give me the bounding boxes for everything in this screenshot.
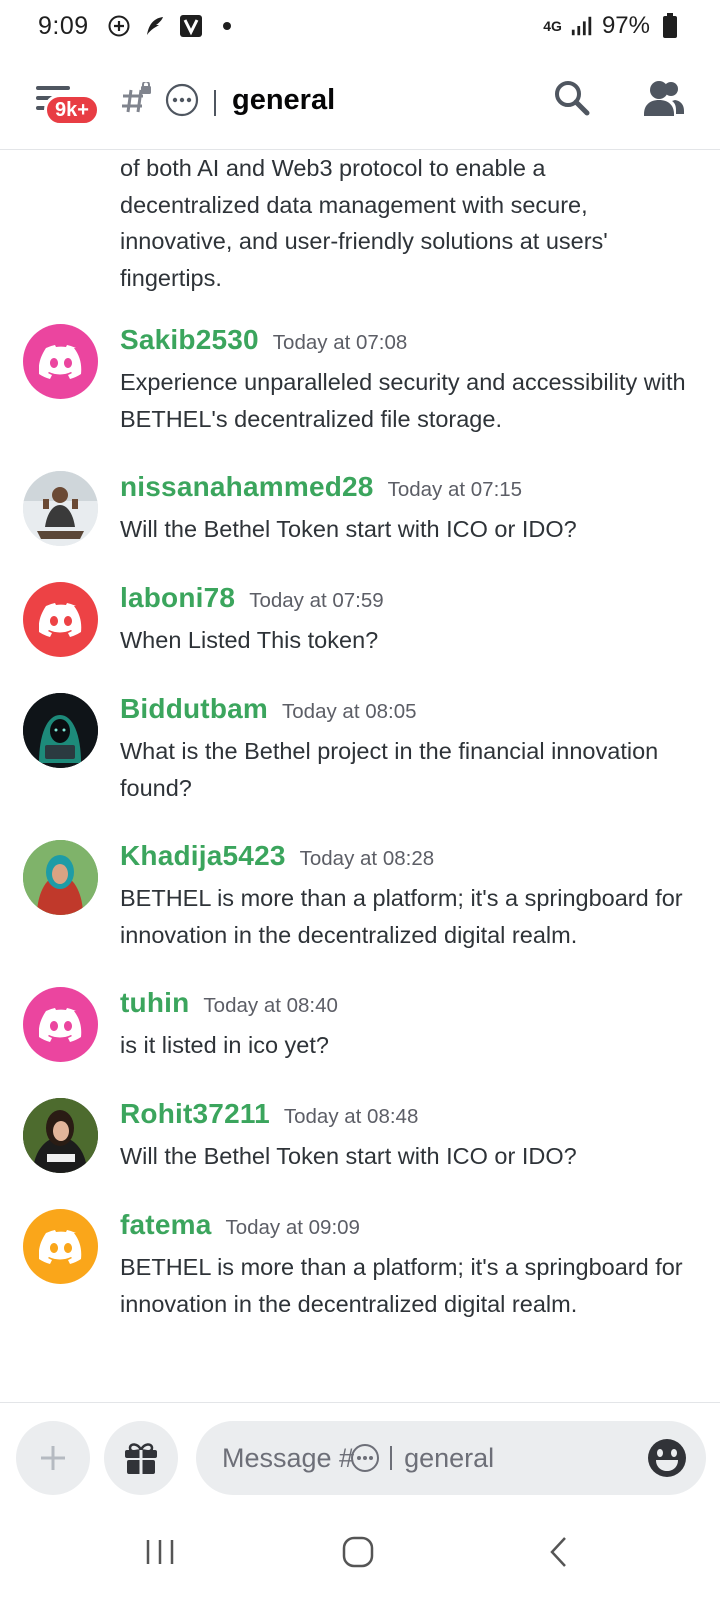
timestamp: Today at 07:15 <box>387 478 523 501</box>
username[interactable]: fatema <box>120 1209 211 1241</box>
avatar[interactable] <box>23 582 98 657</box>
thread-bubble-icon <box>164 82 200 123</box>
message-text: What is the Bethel project in the financ… <box>120 738 659 801</box>
timestamp: Today at 08:48 <box>283 1105 419 1128</box>
back-button[interactable] <box>540 1532 580 1572</box>
feather-icon <box>143 14 167 38</box>
channel-header: 9k+ general <box>0 60 720 150</box>
message-input[interactable]: Message # general <box>196 1421 706 1495</box>
message-list[interactable]: of both AI and Web3 protocol to enable a… <box>0 150 720 1400</box>
status-bar: 9:09 4G 97% <box>0 0 720 52</box>
locked-hash-icon <box>118 80 154 123</box>
message-continuation: of both AI and Web3 protocol to enable a… <box>120 155 608 291</box>
system-nav-bar <box>0 1502 720 1600</box>
timestamp: Today at 08:28 <box>299 847 435 870</box>
timestamp: Today at 08:40 <box>203 994 338 1017</box>
avatar[interactable] <box>23 987 98 1062</box>
channel-type-icons <box>118 80 216 123</box>
home-icon <box>342 1536 374 1568</box>
hooded-hacker-icon <box>23 693 98 768</box>
network-type-label: 4G <box>543 18 562 34</box>
avatar[interactable] <box>23 840 98 915</box>
channel-title[interactable]: general <box>232 84 335 117</box>
placeholder-divider <box>390 1446 393 1470</box>
message-text: Will the Bethel Token start with ICO or … <box>120 516 577 542</box>
status-time: 9:09 <box>38 11 89 40</box>
message-text: Will the Bethel Token start with ICO or … <box>120 1143 577 1169</box>
thread-bubble-icon <box>350 1443 380 1473</box>
signal-icon <box>570 14 594 38</box>
timestamp: Today at 09:09 <box>225 1216 360 1239</box>
user-photo-icon <box>23 471 98 546</box>
user-photo-icon <box>23 840 98 915</box>
battery-percent: 97% <box>601 12 650 39</box>
unread-badge: 9k+ <box>44 94 100 126</box>
gift-icon <box>125 1443 157 1474</box>
message-placeholder-channel: general <box>404 1442 495 1473</box>
recent-apps-icon <box>146 1540 174 1564</box>
username[interactable]: Rohit37211 <box>120 1098 270 1130</box>
username[interactable]: Sakib2530 <box>120 324 259 356</box>
message-text: BETHEL is more than a platform; it's a s… <box>120 1254 683 1317</box>
menu-button[interactable]: 9k+ <box>30 78 100 130</box>
username[interactable]: Khadija5423 <box>120 840 286 872</box>
members-button[interactable] <box>642 78 686 118</box>
avatar[interactable] <box>23 1209 98 1284</box>
message-text: BETHEL is more than a platform; it's a s… <box>120 885 683 948</box>
user-photo-icon <box>23 1098 98 1173</box>
battery-icon <box>658 13 682 38</box>
search-icon <box>555 81 590 116</box>
avatar[interactable] <box>23 324 98 399</box>
discord-logo-icon <box>38 344 81 379</box>
message-placeholder-prefix: Message # <box>222 1442 355 1473</box>
username[interactable]: laboni78 <box>120 582 235 614</box>
attach-button[interactable] <box>16 1421 90 1495</box>
notification-dot-icon <box>215 14 239 38</box>
back-icon <box>550 1537 566 1567</box>
add-circle-icon <box>107 14 131 38</box>
discord-logo-icon <box>38 1007 81 1042</box>
members-icon <box>644 81 684 116</box>
message-composer: Message # general <box>0 1402 720 1502</box>
timestamp: Today at 07:08 <box>272 331 408 354</box>
recent-apps-button[interactable] <box>140 1532 180 1572</box>
v-app-icon <box>179 14 203 38</box>
home-button[interactable] <box>338 1532 378 1572</box>
timestamp: Today at 08:05 <box>282 700 417 723</box>
discord-logo-icon <box>38 602 81 637</box>
username[interactable]: nissanahammed28 <box>120 471 374 503</box>
avatar[interactable] <box>23 693 98 768</box>
title-divider <box>214 89 216 116</box>
message-text: When Listed This token? <box>120 627 379 653</box>
username[interactable]: Biddutbam <box>120 693 268 725</box>
plus-icon <box>41 1446 65 1470</box>
emoji-smile-icon <box>648 1439 686 1477</box>
avatar[interactable] <box>23 471 98 546</box>
gift-button[interactable] <box>104 1421 178 1495</box>
message-text: is it listed in ico yet? <box>120 1032 329 1058</box>
message-text: Experience unparalleled security and acc… <box>120 369 686 432</box>
discord-logo-icon <box>38 1229 81 1264</box>
emoji-button[interactable] <box>646 1437 688 1479</box>
avatar[interactable] <box>23 1098 98 1173</box>
timestamp: Today at 07:59 <box>249 589 384 612</box>
search-button[interactable] <box>552 78 592 118</box>
username[interactable]: tuhin <box>120 987 189 1019</box>
